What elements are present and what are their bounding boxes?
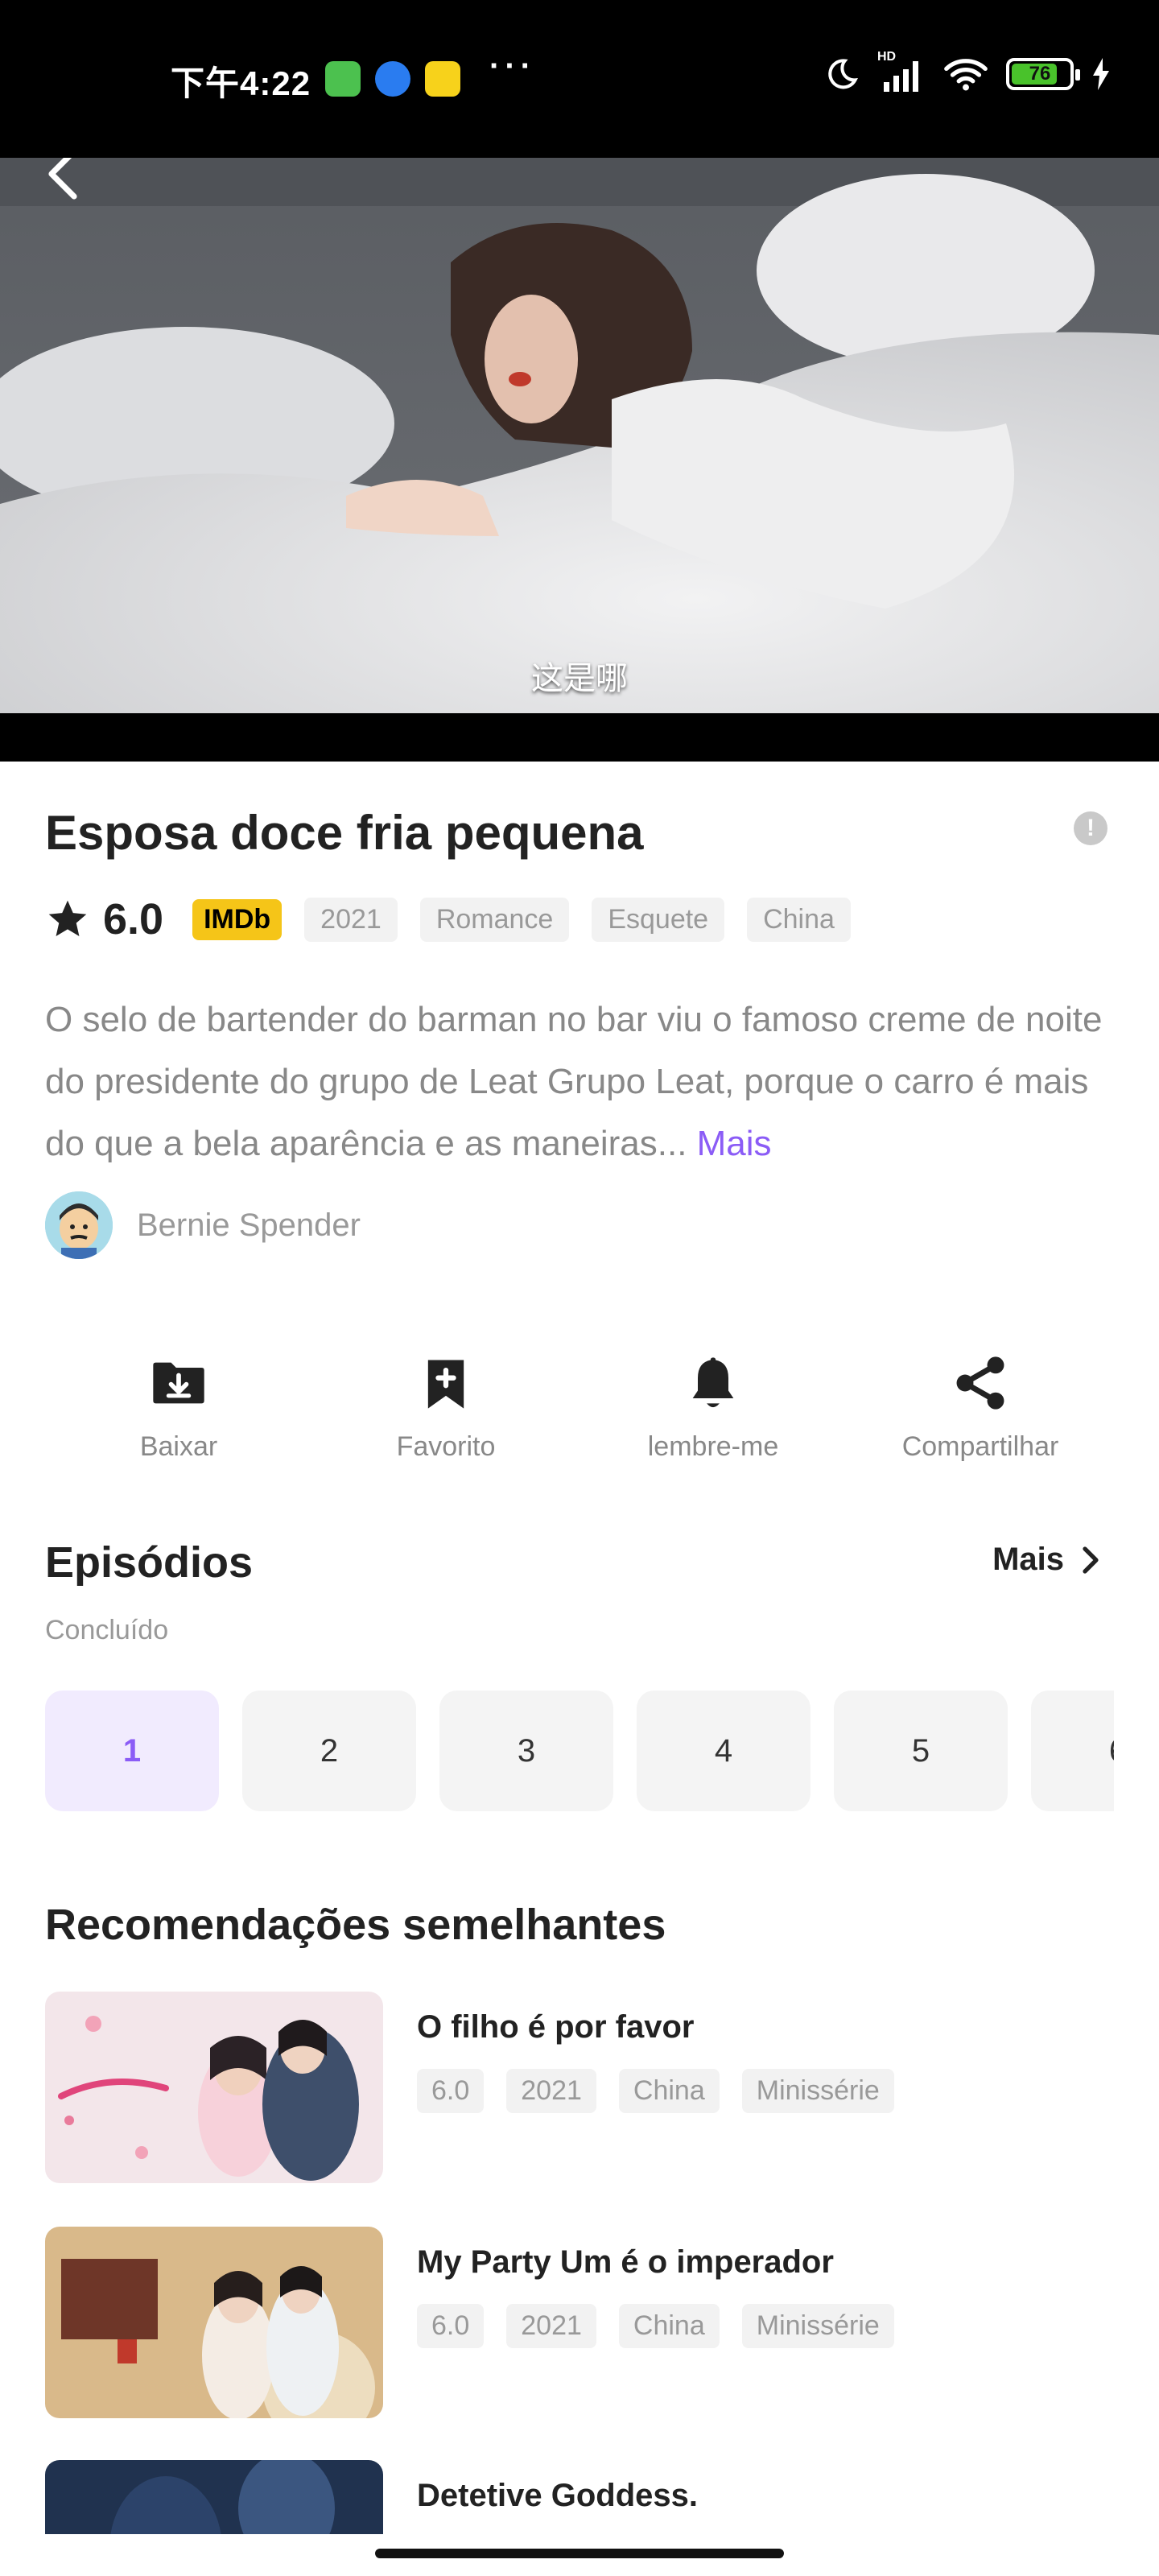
episodes-more-button[interactable]: Mais xyxy=(992,1542,1103,1578)
recommendation-item[interactable]: My Party Um é o imperador 6.0 2021 China… xyxy=(45,2227,1116,2420)
recommendation-tag: China xyxy=(618,2304,720,2348)
home-indicator[interactable] xyxy=(375,2549,784,2558)
charging-bolt-icon xyxy=(1093,58,1109,90)
recommendation-thumbnail xyxy=(45,2227,383,2418)
episode-button[interactable]: 4 xyxy=(637,1690,810,1811)
episode-button[interactable]: 3 xyxy=(439,1690,613,1811)
share-label: Compartilhar xyxy=(901,1431,1059,1462)
browser-app-icon xyxy=(375,61,410,97)
recommendation-title: Detetive Goddess. xyxy=(417,2478,699,2513)
recommendation-thumbnail xyxy=(45,2460,383,2534)
author-row[interactable]: Bernie Spender xyxy=(45,1191,361,1259)
battery-icon: 76 xyxy=(1006,58,1080,90)
video-subtitle: 这是哪 xyxy=(531,660,628,697)
episode-button[interactable]: 6 xyxy=(1031,1690,1114,1811)
recommendation-item[interactable]: O filho é por favor 6.0 2021 China Minis… xyxy=(45,1992,1116,2185)
status-indicators: HD 76 xyxy=(824,50,1111,92)
imdb-badge: IMDb xyxy=(192,898,283,940)
action-bar: Baixar Favorito lembre-me Compartilhar xyxy=(45,1352,1116,1463)
bell-icon xyxy=(692,1357,734,1408)
do-not-disturb-moon-icon xyxy=(828,59,858,89)
episode-button[interactable]: 2 xyxy=(242,1690,416,1811)
show-description: O selo de bartender do barman no bar viu… xyxy=(45,989,1116,1174)
tag-chip-genre: Romance xyxy=(419,897,570,942)
bookmark-add-icon xyxy=(427,1360,464,1409)
recommendation-tag: 2021 xyxy=(506,2069,596,2113)
recommendation-tag: 6.0 xyxy=(417,2069,485,2113)
description-text: O selo de bartender do barman no bar viu… xyxy=(45,1000,1103,1163)
remind-me-button[interactable]: lembre-me xyxy=(580,1352,847,1463)
recommendation-tag: China xyxy=(618,2069,720,2113)
recommendations-heading: Recomendações semelhantes xyxy=(45,1901,666,1949)
episode-button[interactable]: 5 xyxy=(834,1690,1008,1811)
more-notifications-icon: ··· xyxy=(489,48,536,84)
favorite-button[interactable]: Favorito xyxy=(312,1352,580,1463)
recommendation-tag: 2021 xyxy=(506,2304,596,2348)
download-label: Baixar xyxy=(139,1431,218,1462)
wechat-app-icon xyxy=(325,61,361,97)
favorite-label: Favorito xyxy=(396,1431,496,1462)
tag-chip-year: 2021 xyxy=(304,897,398,942)
recommendation-tag: 6.0 xyxy=(417,2304,485,2348)
episodes-more-label: Mais xyxy=(992,1542,1064,1577)
chevron-right-icon xyxy=(1083,1546,1099,1574)
recommendation-title: O filho é por favor xyxy=(417,2009,695,2045)
signal-icon: HD xyxy=(877,50,926,92)
show-title: Esposa doce fria pequena xyxy=(45,806,644,860)
recommendation-title: My Party Um é o imperador xyxy=(417,2244,834,2280)
smiley-app-icon xyxy=(425,61,460,97)
star-icon xyxy=(48,900,87,936)
remind-me-label: lembre-me xyxy=(647,1431,779,1462)
rating-score: 6.0 xyxy=(103,895,164,943)
back-arrow-icon[interactable] xyxy=(39,158,87,206)
share-icon xyxy=(956,1356,1004,1410)
episodes-status: Concluído xyxy=(45,1615,169,1645)
tag-chip-country: China xyxy=(747,897,851,942)
video-player[interactable]: 这是哪 xyxy=(0,158,1159,762)
battery-level: 76 xyxy=(1029,63,1051,85)
download-button[interactable]: Baixar xyxy=(45,1352,312,1463)
recommendation-tags: 6.0 2021 China Minissérie xyxy=(417,2304,917,2348)
recommendation-tag: Minissérie xyxy=(741,2069,894,2113)
author-name: Bernie Spender xyxy=(137,1207,361,1243)
status-time: 下午4:22 xyxy=(171,64,311,102)
episode-button[interactable]: 1 xyxy=(45,1690,219,1811)
status-app-icons xyxy=(325,61,460,97)
avatar xyxy=(45,1191,113,1259)
episode-list: 1 2 3 4 5 6 xyxy=(45,1690,1114,1813)
recommendation-tag: Minissérie xyxy=(741,2304,894,2348)
signal-hd-label: HD xyxy=(877,50,897,64)
show-meta-row: 6.0 IMDb 2021 Romance Esquete China xyxy=(45,895,873,943)
tag-chip-type: Esquete xyxy=(592,897,725,942)
report-info-icon[interactable]: ! xyxy=(1074,811,1107,845)
wifi-icon xyxy=(944,59,988,91)
download-folder-icon xyxy=(153,1362,204,1404)
status-bar: 下午4:22 ··· HD 76 xyxy=(0,0,1159,158)
episodes-heading: Episódios xyxy=(45,1538,254,1587)
description-more-link[interactable]: Mais xyxy=(697,1124,772,1163)
share-button[interactable]: Compartilhar xyxy=(847,1352,1114,1463)
recommendation-thumbnail xyxy=(45,1992,383,2183)
video-bottom-bar xyxy=(0,713,1159,762)
recommendation-item[interactable]: Detetive Goddess. xyxy=(45,2460,1116,2534)
video-frame xyxy=(0,158,1159,713)
recommendation-tags: 6.0 2021 China Minissérie xyxy=(417,2069,917,2113)
